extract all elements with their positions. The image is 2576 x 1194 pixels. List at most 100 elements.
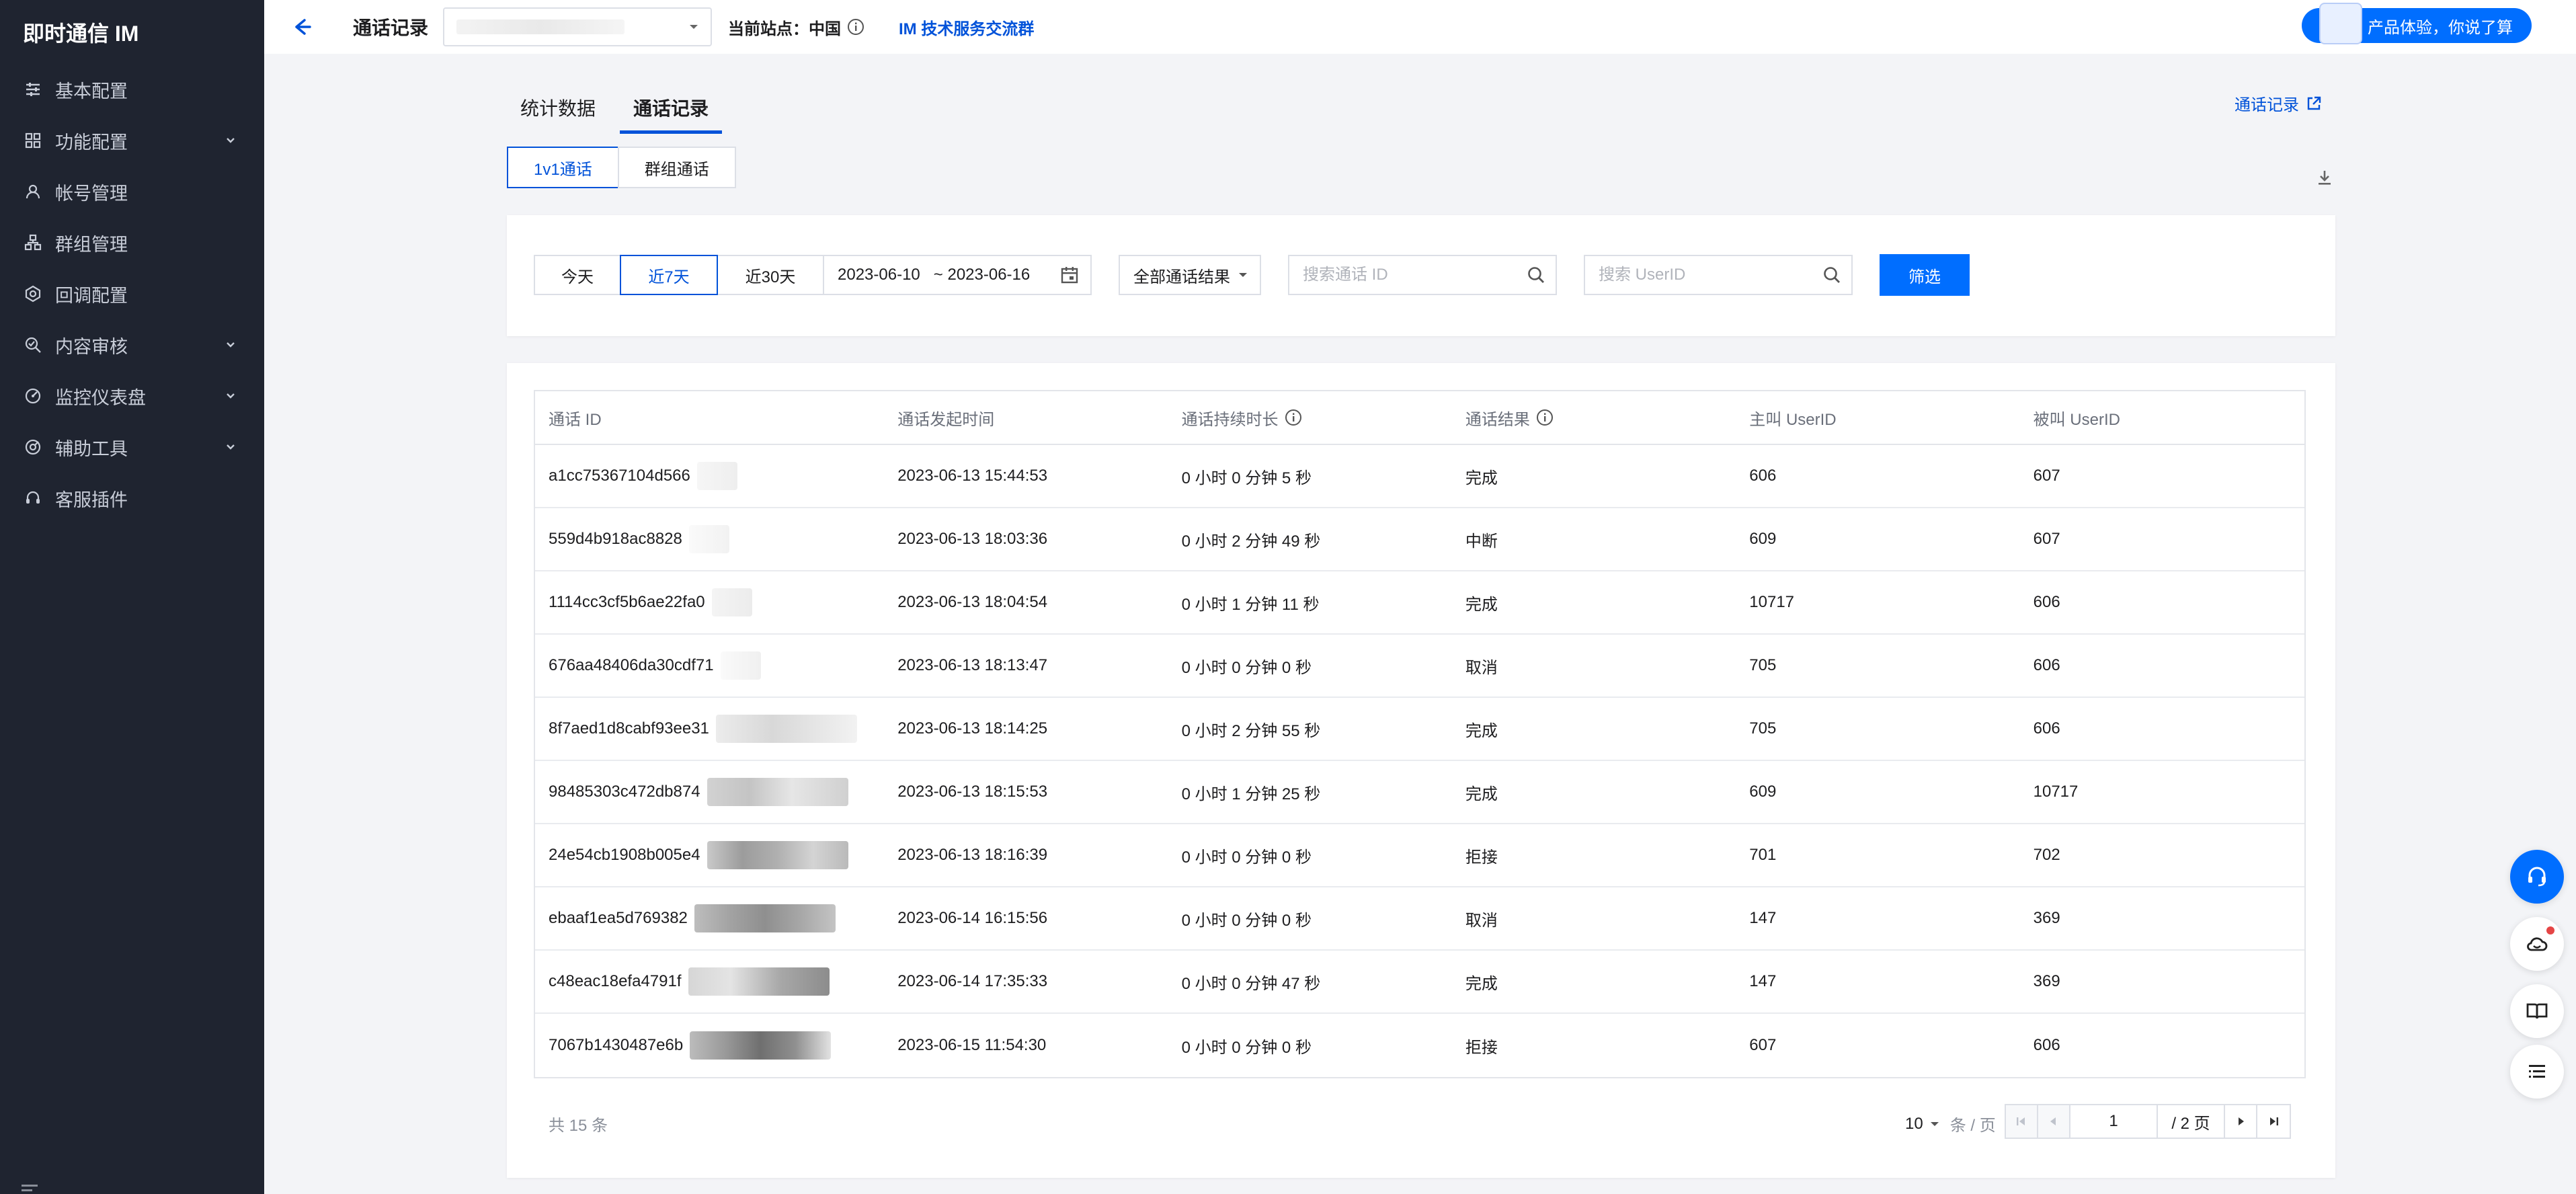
table-row[interactable]: 559d4b918ac8828 2023-06-13 18:03:36 0 小时 2… [535, 508, 2304, 571]
app-select[interactable] [443, 7, 713, 46]
docs-button[interactable] [2510, 984, 2564, 1038]
call-id-cell: 7067b1430487e6b [535, 1031, 884, 1060]
page-size-select[interactable]: 10 条 / 页 [1905, 1112, 1996, 1136]
sidebar-collapse-icon[interactable] [20, 1178, 47, 1194]
back-arrow-icon[interactable] [288, 13, 315, 40]
call-result-select[interactable]: 全部通话结果 [1119, 255, 1261, 295]
result-cell: 完成 [1465, 785, 1498, 803]
im-service-group-link[interactable]: IM 技术服务交流群 [899, 15, 1034, 39]
duration-cell: 0 小时 0 分钟 0 秒 [1181, 911, 1312, 930]
table-row[interactable]: c48eac18efa4791f 2023-06-14 17:35:33 0 小时 … [535, 951, 2304, 1014]
filter-button[interactable]: 筛选 [1880, 254, 1970, 296]
search-userid-input[interactable] [1599, 266, 1800, 284]
date-range-separator: ~ [924, 266, 948, 284]
callee-cell: 607 [2033, 467, 2060, 485]
tools-icon [23, 437, 43, 457]
feedback-button[interactable]: 产品体验，你说了算 [2302, 3, 2532, 44]
call-id: a1cc75367104d566 [549, 467, 690, 485]
current-page-input[interactable]: 1 [2070, 1105, 2158, 1138]
search-icon[interactable] [1526, 265, 1546, 285]
page-title: 通话记录 [353, 17, 429, 38]
header-duration-label: 通话持续时长 [1181, 410, 1279, 429]
duration-cell: 0 小时 0 分钟 0 秒 [1181, 848, 1312, 867]
external-link-icon [2307, 96, 2321, 110]
table-body: a1cc75367104d566 2023-06-13 15:44:53 0 小时 … [535, 445, 2304, 1077]
quick-today-button[interactable]: 今天 [534, 255, 621, 295]
result-cell: 完成 [1465, 721, 1498, 740]
table-row[interactable]: ebaaf1ea5d769382 2023-06-14 16:15:56 0 小时 … [535, 887, 2304, 951]
table-row[interactable]: 1114cc3cf5b6ae22fa0 2023-06-13 18:04:54 0 … [535, 571, 2304, 635]
table-row[interactable]: 7067b1430487e6b 2023-06-15 11:54:30 0 小时 0… [535, 1014, 2304, 1077]
caller-cell: 609 [1749, 530, 1777, 548]
call-id: 98485303c472db874 [549, 783, 700, 801]
sidebar-item[interactable]: 功能配置 [0, 115, 264, 166]
first-page-button[interactable] [2006, 1105, 2038, 1138]
call-id-cell: 8f7aed1d8cabf93ee31 [535, 715, 884, 743]
redacted-block [711, 588, 752, 616]
header-duration: 通话持续时长 [1168, 406, 1452, 430]
table-footer: 共 15 条 10 条 / 页 1 / 2 页 [534, 1103, 2306, 1143]
segment-1v1-call[interactable]: 1v1通话 [507, 147, 619, 188]
last-page-button[interactable] [2257, 1105, 2290, 1138]
list-menu-button[interactable] [2510, 1045, 2564, 1099]
call-id: 24e54cb1908b005e4 [549, 846, 700, 864]
info-icon[interactable] [1284, 408, 1303, 427]
table-row[interactable]: 8f7aed1d8cabf93ee31 2023-06-13 18:14:25 0 … [535, 698, 2304, 761]
sidebar-item[interactable]: 基本配置 [0, 64, 264, 115]
sidebar-item[interactable]: 内容审核 [0, 319, 264, 370]
sidebar-item[interactable]: 回调配置 [0, 268, 264, 319]
call-id: 1114cc3cf5b6ae22fa0 [549, 593, 705, 611]
call-records-external-link[interactable]: 通话记录 [2235, 91, 2322, 115]
table-row[interactable]: 24e54cb1908b005e4 2023-06-13 18:16:39 0 小时… [535, 824, 2304, 887]
table-row[interactable]: 676aa48406da30cdf71 2023-06-13 18:13:47 0 … [535, 635, 2304, 698]
redacted-block [696, 462, 737, 490]
customer-service-button[interactable] [2510, 850, 2564, 904]
caller-cell: 10717 [1749, 593, 1795, 611]
result-cell: 完成 [1465, 595, 1498, 614]
sidebar-item[interactable]: 监控仪表盘 [0, 370, 264, 422]
table-row[interactable]: a1cc75367104d566 2023-06-13 15:44:53 0 小时 … [535, 445, 2304, 508]
sidebar-item-label: 辅助工具 [55, 438, 128, 459]
redacted-block [694, 904, 836, 932]
start-time-cell: 2023-06-13 18:03:36 [897, 530, 1048, 548]
next-page-button[interactable] [2225, 1105, 2257, 1138]
result-cell: 取消 [1465, 658, 1498, 677]
call-id: 676aa48406da30cdf71 [549, 656, 714, 674]
sidebar-item[interactable]: 辅助工具 [0, 422, 264, 473]
result-cell: 拒接 [1465, 848, 1498, 867]
start-time-cell: 2023-06-13 18:14:25 [897, 719, 1048, 738]
search-icon[interactable] [1822, 265, 1842, 285]
first-page-icon [2017, 1117, 2025, 1125]
segment-group-call[interactable]: 群组通话 [617, 147, 736, 188]
quick-30days-button[interactable]: 近30天 [717, 255, 824, 295]
search-call-id-input[interactable] [1303, 266, 1504, 284]
tab-call-records[interactable]: 通话记录 [620, 94, 723, 134]
prev-page-button[interactable] [2038, 1105, 2070, 1138]
quick-7days-button[interactable]: 近7天 [620, 255, 718, 295]
redacted-block [715, 715, 857, 743]
calendar-icon [1061, 267, 1078, 284]
callee-cell: 606 [2033, 593, 2060, 611]
callee-cell: 607 [2033, 530, 2060, 548]
sidebar-item-label: 基本配置 [55, 81, 128, 102]
download-icon[interactable] [2315, 168, 2334, 187]
sidebar-item-label: 监控仪表盘 [55, 387, 146, 408]
start-time-cell: 2023-06-13 18:13:47 [897, 656, 1048, 674]
sidebar-item[interactable]: 群组管理 [0, 217, 264, 268]
chevron-down-icon [227, 138, 235, 143]
cloud-service-button[interactable] [2510, 917, 2564, 971]
header-call-id-label: 通话 ID [549, 410, 602, 429]
sidebar-item[interactable]: 帐号管理 [0, 166, 264, 217]
info-icon[interactable] [1535, 408, 1554, 427]
table-row[interactable]: 98485303c472db874 2023-06-13 18:15:53 0 小时… [535, 761, 2304, 824]
date-range-picker[interactable]: 2023-06-10 ~ 2023-06-16 [823, 255, 1092, 295]
header-caller-label: 主叫 UserID [1749, 410, 1837, 429]
redacted-block [688, 967, 830, 996]
info-icon[interactable] [846, 17, 865, 36]
sidebar-item[interactable]: 客服插件 [0, 473, 264, 524]
table-card: 通话 ID 通话发起时间 通话持续时长 通话结果 主叫 UserID 被叫 Us… [507, 363, 2335, 1178]
caller-cell: 606 [1749, 467, 1777, 485]
tab-statistics[interactable]: 统计数据 [507, 94, 609, 134]
call-id: 559d4b918ac8828 [549, 530, 682, 548]
duration-cell: 0 小时 1 分钟 25 秒 [1181, 785, 1321, 803]
